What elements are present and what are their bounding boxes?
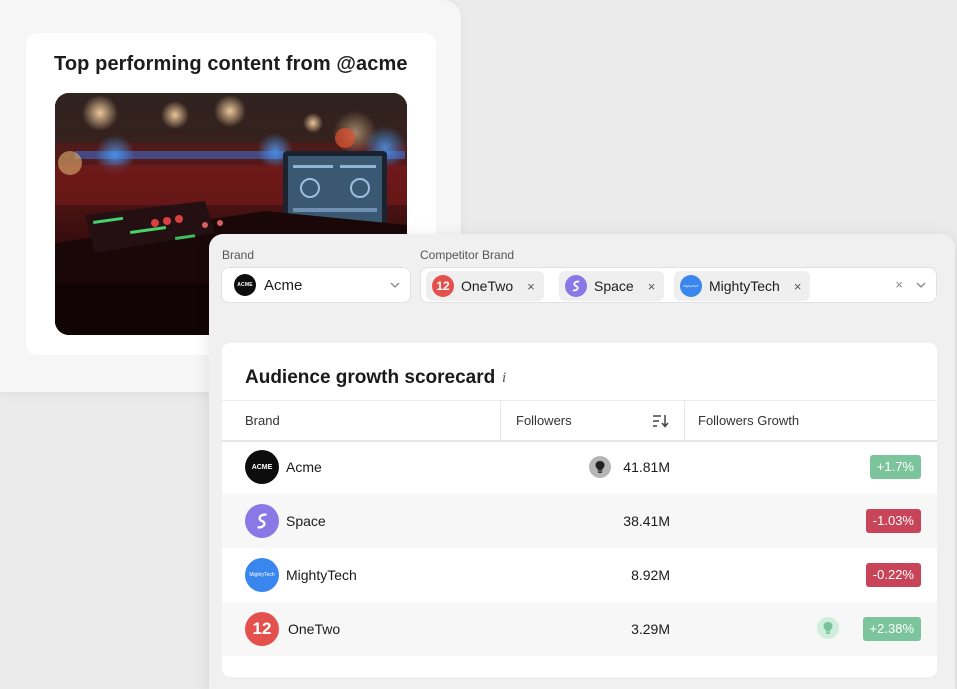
info-icon[interactable]: i: [502, 370, 506, 387]
table-row[interactable]: 12 OneTwo 3.29M +2.38%: [222, 602, 937, 656]
remove-chip-icon[interactable]: ×: [527, 279, 535, 294]
growth-badge: +2.38%: [862, 617, 921, 641]
mightytech-logo: MightyTech: [245, 558, 279, 592]
followers-value: 3.29M: [631, 621, 670, 637]
brand-cell: MightyTech MightyTech: [245, 558, 357, 592]
audience-growth-scorecard: Audience growth scorecard i Brand Follow…: [222, 343, 937, 677]
brand-name: MightyTech: [286, 567, 357, 583]
table-header: Brand Followers Followers Growth: [222, 400, 937, 442]
growth-badge: -1.03%: [865, 509, 921, 533]
growth-badge: -0.22%: [865, 563, 921, 587]
onetwo-logo: 12: [432, 275, 454, 297]
sort-descending-icon[interactable]: [652, 413, 670, 429]
table-row[interactable]: Space 38.41M -1.03%: [222, 494, 937, 548]
chip-label: OneTwo: [461, 278, 514, 294]
column-header-brand[interactable]: Brand: [245, 401, 280, 440]
chevron-down-icon[interactable]: [390, 280, 400, 290]
followers-value: 41.81M: [623, 459, 670, 475]
competitor-filter-label: Competitor Brand: [420, 248, 515, 262]
followers-value: 8.92M: [631, 567, 670, 583]
space-logo: [565, 275, 587, 297]
acme-logo: ACME: [245, 450, 279, 484]
remove-chip-icon[interactable]: ×: [648, 279, 656, 294]
space-glyph-icon: [572, 280, 580, 292]
brand-name: OneTwo: [288, 621, 341, 637]
clear-all-icon[interactable]: ×: [895, 277, 903, 292]
brand-filter-label: Brand: [222, 248, 255, 262]
growth-badge: +1.7%: [869, 455, 921, 479]
brand-cell: Space: [245, 504, 326, 538]
column-header-growth[interactable]: Followers Growth: [698, 401, 799, 440]
column-divider: [684, 401, 685, 440]
scorecard-panel: Brand ACME Acme Competitor Brand 12 OneT…: [209, 234, 955, 689]
chip-label: Space: [594, 278, 634, 294]
brand-cell: 12 OneTwo: [245, 612, 340, 646]
remove-chip-icon[interactable]: ×: [794, 279, 802, 294]
top-content-title: Top performing content from @acme: [54, 53, 408, 75]
onetwo-logo: 12: [245, 612, 279, 646]
chip-label: MightyTech: [709, 278, 780, 294]
brand-name: Acme: [286, 459, 322, 475]
table-row[interactable]: ACME Acme 41.81M +1.7%: [222, 440, 937, 494]
acme-logo: ACME: [234, 274, 256, 296]
competitor-chip-onetwo: 12 OneTwo ×: [426, 271, 544, 301]
scorecard-title: Audience growth scorecard: [245, 367, 496, 388]
mightytech-logo: MightyTech: [680, 275, 702, 297]
competitor-chip-space: Space ×: [559, 271, 665, 301]
brand-select[interactable]: ACME Acme: [221, 267, 411, 303]
space-logo: [245, 504, 279, 538]
column-divider: [500, 401, 501, 440]
lightbulb-icon[interactable]: [589, 456, 611, 478]
space-glyph-icon: [257, 513, 267, 529]
brand-cell: ACME Acme: [245, 450, 322, 484]
column-header-followers[interactable]: Followers: [516, 401, 572, 440]
brand-select-value: Acme: [264, 276, 303, 294]
competitor-select[interactable]: 12 OneTwo × Space × MightyTech MightyTec…: [420, 267, 937, 303]
lightbulb-icon[interactable]: [817, 617, 839, 639]
table-row[interactable]: MightyTech MightyTech 8.92M -0.22%: [222, 548, 937, 602]
brand-name: Space: [286, 513, 326, 529]
competitor-chip-mightytech: MightyTech MightyTech ×: [674, 271, 811, 301]
followers-value: 38.41M: [623, 513, 670, 529]
chevron-down-icon[interactable]: [916, 280, 926, 290]
